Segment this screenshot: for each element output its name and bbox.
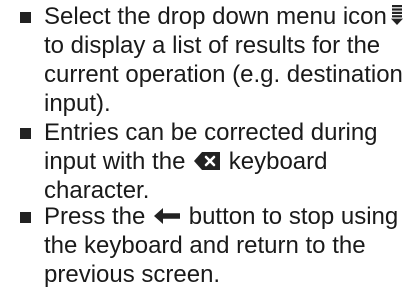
text-line: Select the drop down menu icon <box>20 2 403 31</box>
text-line: previous screen. <box>44 261 221 288</box>
text-line: Press the button to stop using <box>44 203 399 230</box>
back-arrow-icon <box>154 207 181 224</box>
bullet-item-back: Press the button to stop using the keybo… <box>20 202 400 289</box>
text-line: character. <box>44 177 150 204</box>
instruction-list: Select the drop down menu icon to displa… <box>0 0 406 289</box>
text-line: input). <box>44 90 111 117</box>
text-line: to display a list of results for the <box>44 32 381 59</box>
text-line: input with the keyboard <box>44 148 328 175</box>
backspace-key-icon <box>194 151 221 170</box>
text-line: the keyboard and return to the <box>44 232 366 259</box>
text-line: Entries can be corrected during <box>44 119 378 146</box>
bullet-item-backspace: Entries can be corrected during input wi… <box>20 118 400 205</box>
drop-down-menu-icon <box>390 4 403 25</box>
bullet-square-icon <box>20 12 31 23</box>
text-line: current operation (e.g. destination <box>44 61 403 88</box>
bullet-item-drop-down: Select the drop down menu icon to displa… <box>20 2 403 118</box>
bullet-square-icon <box>20 212 31 223</box>
bullet-square-icon <box>20 128 31 139</box>
